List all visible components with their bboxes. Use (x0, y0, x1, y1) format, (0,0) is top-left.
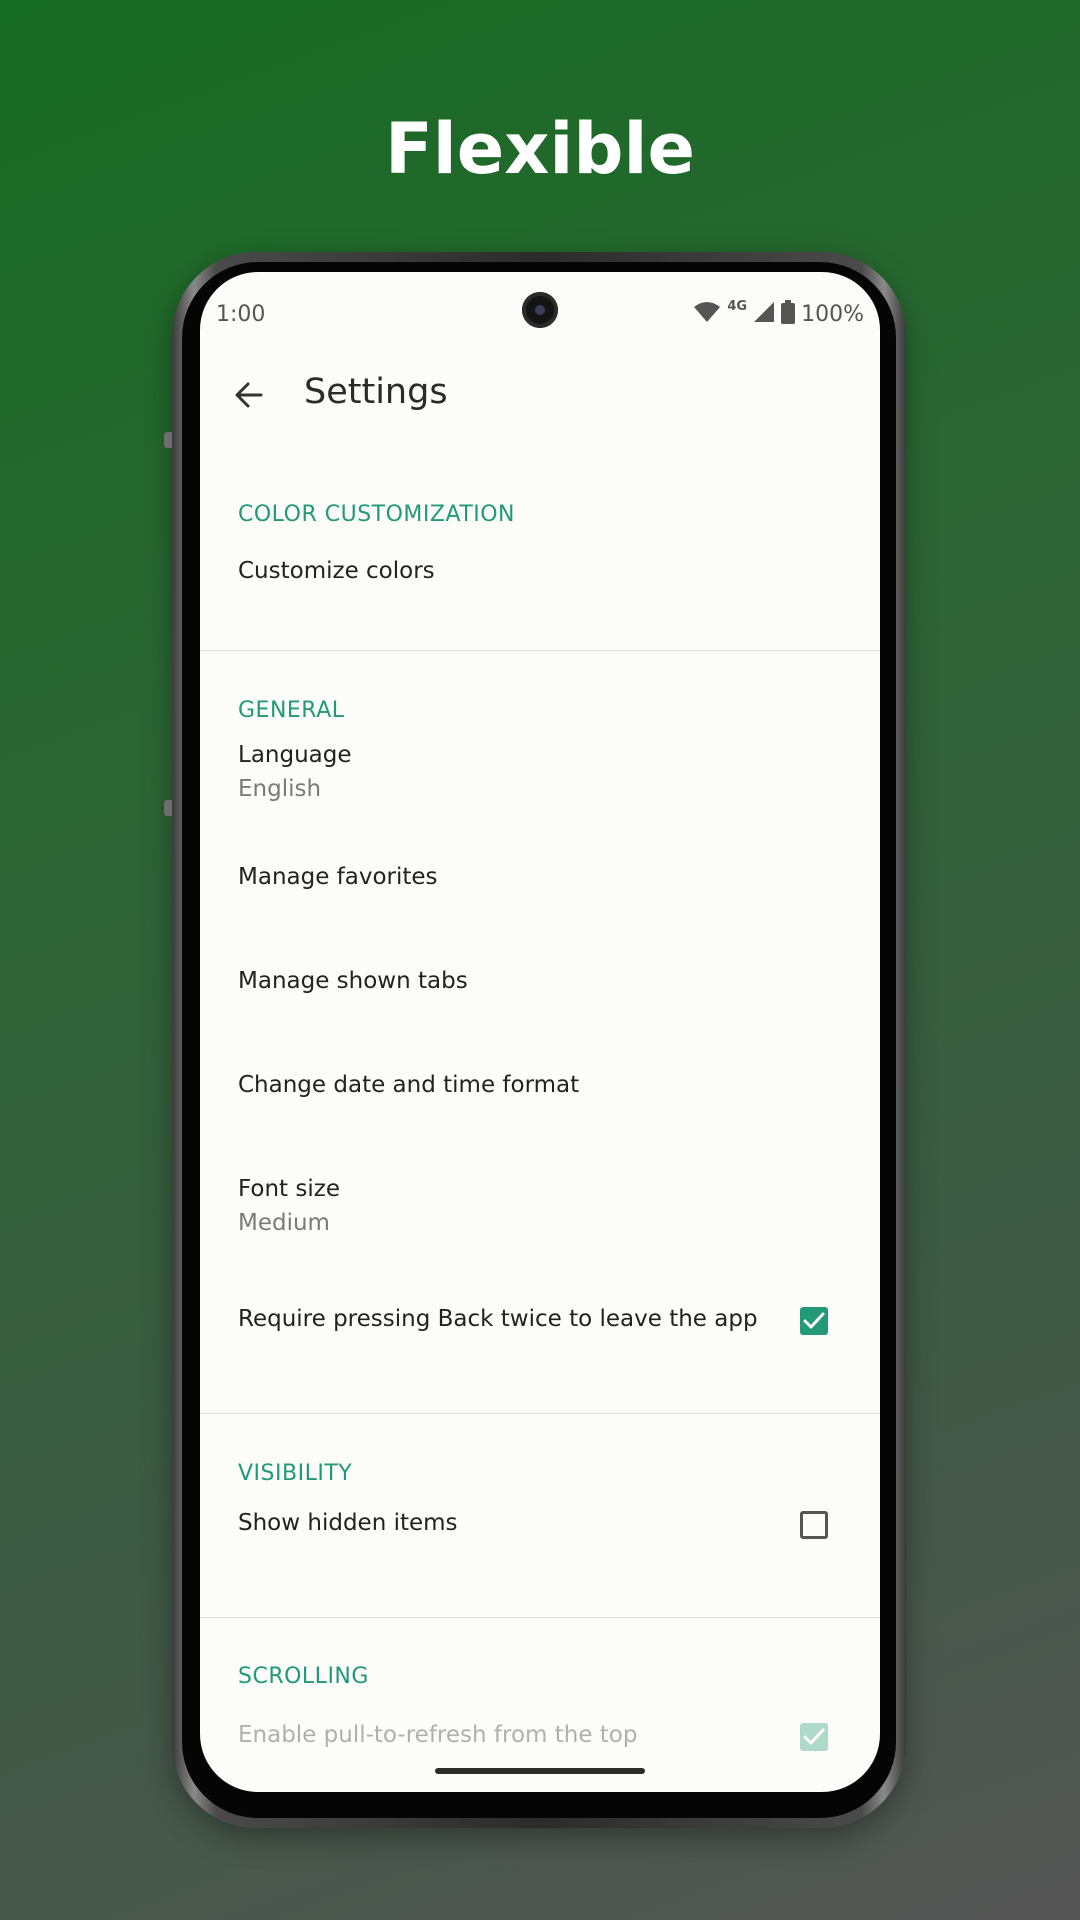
app-bar: Settings (200, 352, 880, 442)
battery-icon (781, 300, 796, 328)
section-header-visibility: VISIBILITY (238, 1461, 353, 1486)
back-twice-checkbox[interactable] (800, 1307, 828, 1335)
setting-title: Customize colors (238, 558, 435, 584)
battery-percent: 100% (801, 301, 864, 327)
setting-title: Require pressing Back twice to leave the… (238, 1306, 758, 1332)
status-icons: 4G 100% (693, 298, 864, 328)
home-indicator[interactable] (435, 1768, 645, 1774)
phone-side-button (164, 432, 172, 448)
network-type: 4G (727, 298, 748, 314)
setting-value: Medium (238, 1210, 330, 1236)
back-button[interactable] (228, 376, 270, 418)
phone-screen: 1:00 4G 100% Settings COLOR CUSTOMIZATIO… (200, 272, 880, 1792)
setting-manage-tabs[interactable]: Manage shown tabs (200, 964, 880, 1044)
section-header-color: COLOR CUSTOMIZATION (238, 502, 516, 527)
phone-side-button (164, 800, 172, 816)
setting-title: Language (238, 742, 352, 768)
show-hidden-checkbox[interactable] (800, 1511, 828, 1539)
signal-icon (753, 301, 775, 327)
wifi-icon (693, 301, 721, 327)
setting-back-twice[interactable]: Require pressing Back twice to leave the… (200, 1284, 880, 1364)
setting-font-size[interactable]: Font size Medium (200, 1172, 880, 1272)
setting-language[interactable]: Language English (200, 738, 880, 838)
setting-date-time-format[interactable]: Change date and time format (200, 1068, 880, 1148)
section-header-general: GENERAL (238, 698, 345, 723)
setting-customize-colors[interactable]: Customize colors (200, 540, 880, 620)
arrow-left-icon (233, 379, 265, 415)
headline: Flexible (384, 108, 695, 190)
setting-show-hidden[interactable]: Show hidden items (200, 1488, 880, 1568)
status-time: 1:00 (216, 302, 266, 327)
setting-title: Manage favorites (238, 864, 438, 890)
divider (200, 650, 880, 651)
section-header-scrolling: SCROLLING (238, 1664, 369, 1689)
setting-title: Enable pull-to-refresh from the top (238, 1722, 638, 1748)
camera-cutout (522, 292, 558, 328)
setting-title: Font size (238, 1176, 340, 1202)
setting-value: English (238, 776, 322, 802)
pull-refresh-checkbox[interactable] (800, 1723, 828, 1751)
divider (200, 1617, 880, 1618)
divider (200, 1413, 880, 1414)
setting-pull-to-refresh[interactable]: Enable pull-to-refresh from the top (200, 1692, 880, 1772)
setting-title: Change date and time format (238, 1072, 580, 1098)
page-title: Settings (304, 372, 448, 412)
setting-manage-favorites[interactable]: Manage favorites (200, 860, 880, 940)
setting-title: Manage shown tabs (238, 968, 468, 994)
setting-title: Show hidden items (238, 1510, 458, 1536)
